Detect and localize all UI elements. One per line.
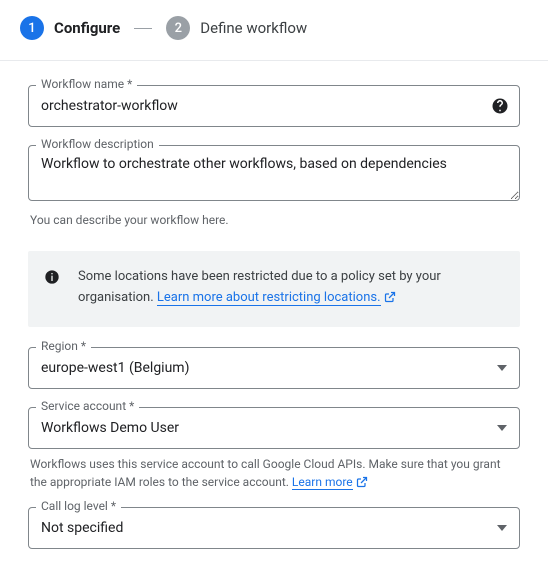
call-log-level-value: Not specified	[41, 520, 497, 536]
chevron-down-icon	[497, 425, 507, 431]
external-link-icon	[356, 475, 368, 493]
step1-label: Configure	[54, 19, 120, 37]
chevron-down-icon	[497, 365, 507, 371]
workflow-name-label: Workflow name *	[36, 78, 137, 90]
banner-text: Some locations have been restricted due …	[78, 267, 502, 311]
service-account-label: Service account *	[36, 400, 139, 412]
step1-number: 1	[20, 16, 44, 40]
workflow-description-hint: You can describe your workflow here.	[30, 211, 518, 229]
step2-number: 2	[166, 16, 190, 40]
region-field: Region * europe-west1 (Belgium)	[28, 347, 520, 389]
step-define-workflow[interactable]: 2 Define workflow	[166, 16, 307, 40]
service-account-learn-more[interactable]: Learn more	[292, 475, 353, 490]
location-restriction-banner: Some locations have been restricted due …	[28, 251, 520, 327]
region-select[interactable]: europe-west1 (Belgium)	[28, 347, 520, 389]
call-log-level-field: Call log level * Not specified	[28, 507, 520, 549]
help-icon[interactable]	[490, 96, 510, 116]
service-account-field: Service account * Workflows Demo User	[28, 407, 520, 449]
info-icon	[44, 269, 60, 289]
step-connector	[134, 28, 152, 29]
step2-label: Define workflow	[200, 19, 307, 37]
region-value: europe-west1 (Belgium)	[41, 360, 497, 376]
call-log-level-label: Call log level *	[36, 500, 121, 512]
service-account-value: Workflows Demo User	[41, 420, 497, 436]
chevron-down-icon	[497, 525, 507, 531]
banner-link[interactable]: Learn more about restricting locations.	[157, 290, 381, 306]
form-area: Workflow name * Workflow description You…	[0, 61, 548, 565]
workflow-name-field: Workflow name *	[28, 85, 520, 127]
stepper: 1 Configure 2 Define workflow	[0, 0, 548, 61]
workflow-description-input[interactable]	[28, 145, 520, 201]
service-account-select[interactable]: Workflows Demo User	[28, 407, 520, 449]
service-account-hint: Workflows uses this service account to c…	[30, 455, 518, 493]
call-log-level-select[interactable]: Not specified	[28, 507, 520, 549]
region-label: Region *	[36, 340, 91, 352]
workflow-description-field: Workflow description	[28, 145, 520, 205]
service-account-hint-text: Workflows uses this service account to c…	[30, 457, 501, 489]
step-configure[interactable]: 1 Configure	[20, 16, 120, 40]
workflow-description-label: Workflow description	[36, 138, 159, 150]
external-link-icon	[384, 290, 396, 311]
workflow-name-input[interactable]	[28, 85, 520, 127]
